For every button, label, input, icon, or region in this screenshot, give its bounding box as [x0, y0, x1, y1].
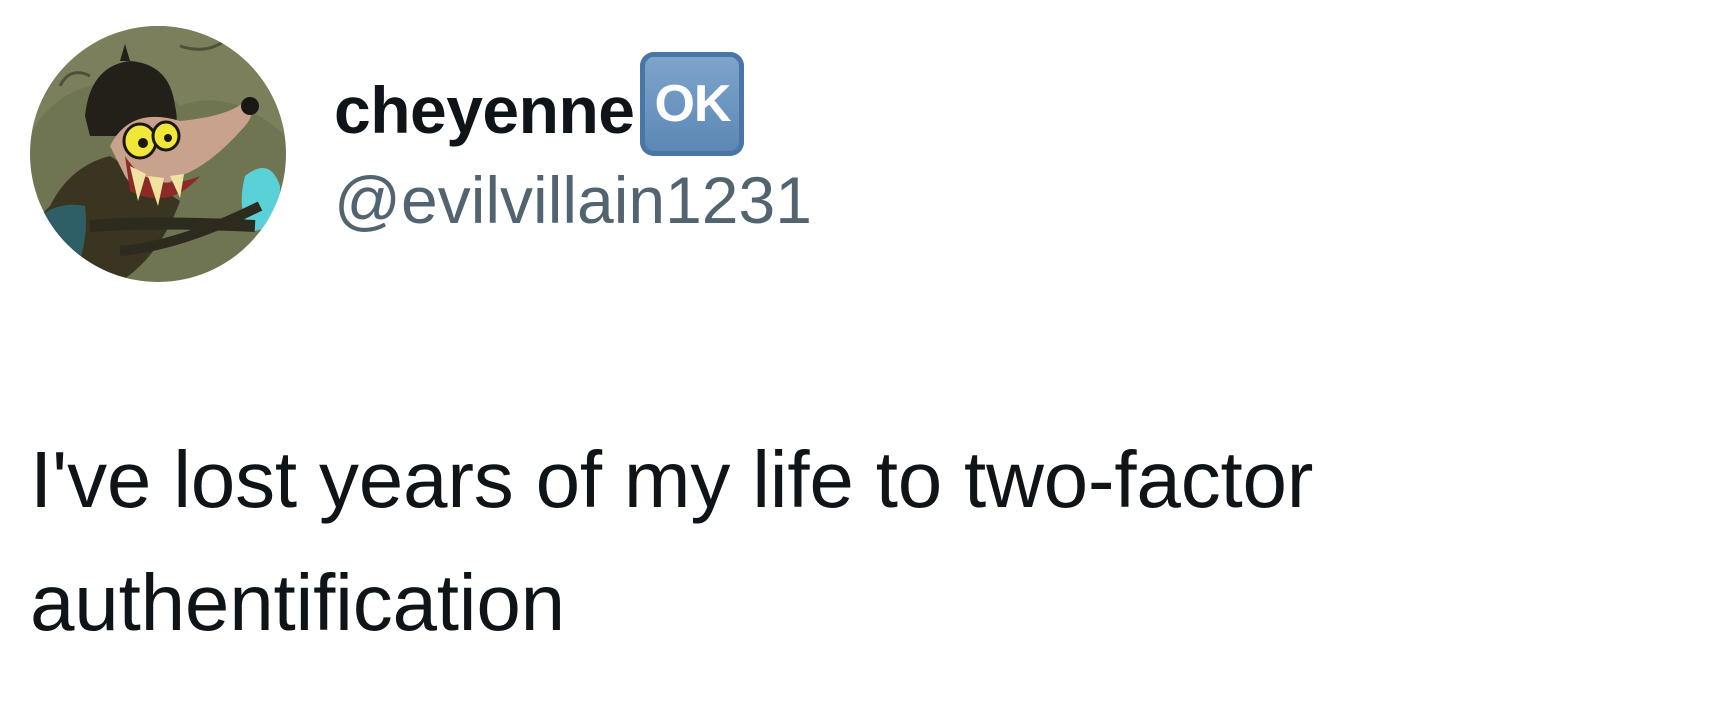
tweet: cheyenne OK @evilvillain1231 I've lost y… — [0, 0, 1728, 716]
tweet-text: I've lost years of my life to two-factor… — [30, 435, 1314, 647]
ok-button-emoji-icon: OK — [640, 52, 745, 156]
tweet-author: cheyenne OK @evilvillain1231 — [334, 52, 812, 238]
cartoon-villain-avatar-icon — [30, 26, 286, 282]
avatar[interactable] — [30, 26, 286, 282]
display-name-row: cheyenne OK — [334, 52, 812, 156]
tweet-header: cheyenne OK @evilvillain1231 — [30, 26, 812, 282]
user-handle[interactable]: @evilvillain1231 — [334, 162, 812, 238]
display-name[interactable]: cheyenne — [334, 72, 635, 148]
